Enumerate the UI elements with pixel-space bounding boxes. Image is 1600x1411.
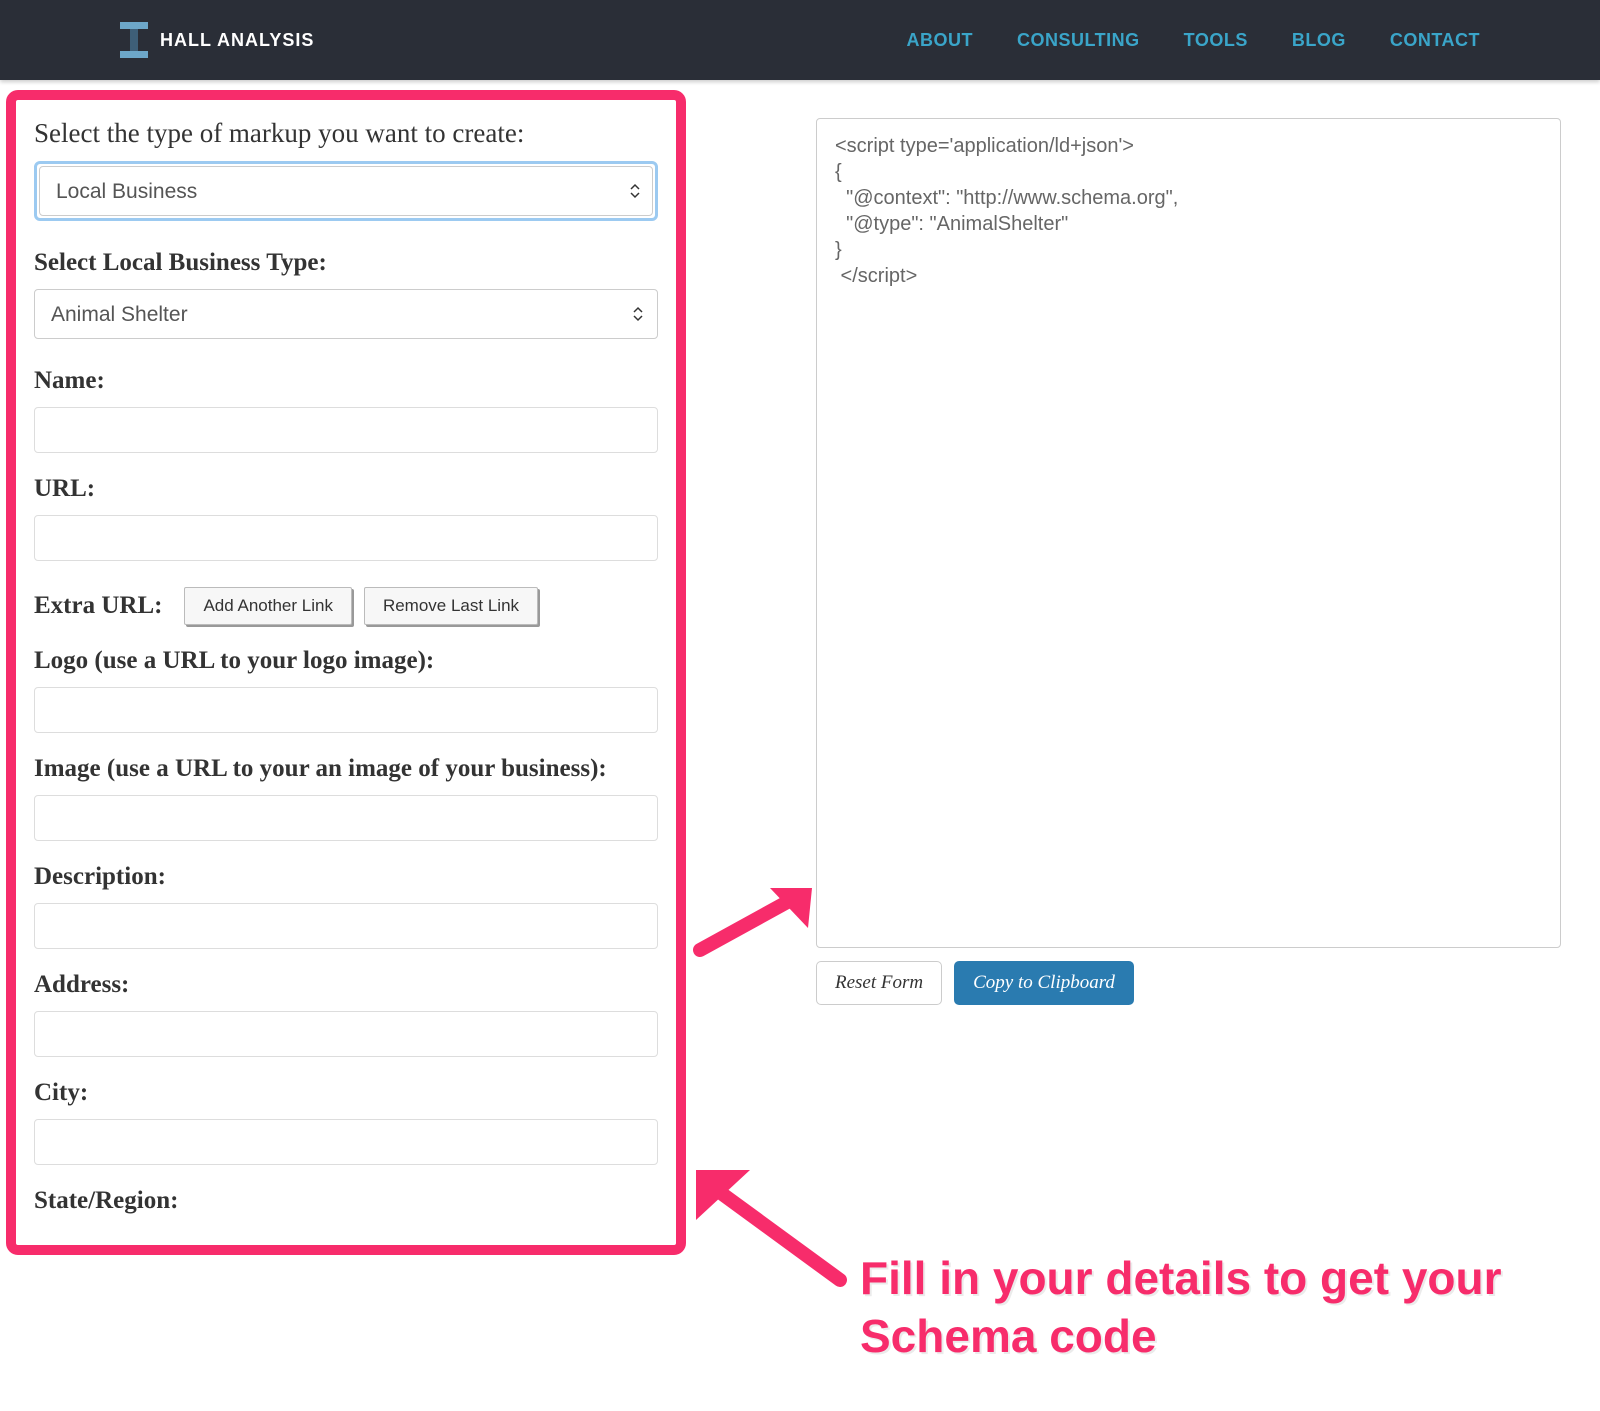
brand-icon — [120, 22, 148, 58]
city-label: City: — [34, 1079, 658, 1107]
output-actions: Reset Form Copy to Clipboard — [816, 961, 1570, 1005]
name-label: Name: — [34, 367, 658, 395]
business-type-label: Select Local Business Type: — [34, 249, 658, 277]
markup-type-select-wrap: Local Business — [34, 161, 658, 221]
markup-type-select[interactable]: Local Business — [39, 166, 653, 216]
nav-links: ABOUT CONSULTING TOOLS BLOG CONTACT — [906, 30, 1480, 51]
address-input[interactable] — [34, 1011, 658, 1057]
image-input[interactable] — [34, 795, 658, 841]
nav-link-blog[interactable]: BLOG — [1292, 30, 1346, 51]
navbar: HALL ANALYSIS ABOUT CONSULTING TOOLS BLO… — [0, 0, 1600, 80]
remove-link-button[interactable]: Remove Last Link — [364, 587, 538, 625]
nav-link-contact[interactable]: CONTACT — [1390, 30, 1480, 51]
address-label: Address: — [34, 971, 658, 999]
logo-label: Logo (use a URL to your logo image): — [34, 647, 658, 675]
extra-url-row: Extra URL: Add Another Link Remove Last … — [34, 587, 658, 625]
url-input[interactable] — [34, 515, 658, 561]
business-type-select[interactable]: Animal Shelter — [34, 289, 658, 339]
description-label: Description: — [34, 863, 658, 891]
annotation-arrow-icon — [690, 880, 820, 965]
form-panel: Select the type of markup you want to cr… — [6, 90, 686, 1255]
markup-type-label: Select the type of markup you want to cr… — [34, 118, 658, 149]
copy-clipboard-button[interactable]: Copy to Clipboard — [954, 961, 1134, 1005]
brand[interactable]: HALL ANALYSIS — [120, 22, 314, 58]
brand-text: HALL ANALYSIS — [160, 30, 314, 51]
output-panel: <script type='application/ld+json'> { "@… — [816, 118, 1600, 1005]
reset-form-button[interactable]: Reset Form — [816, 961, 942, 1005]
nav-link-consulting[interactable]: CONSULTING — [1017, 30, 1140, 51]
image-label: Image (use a URL to your an image of you… — [34, 755, 658, 783]
nav-link-about[interactable]: ABOUT — [906, 30, 973, 51]
extra-url-label: Extra URL: — [34, 592, 162, 620]
schema-code-output[interactable]: <script type='application/ld+json'> { "@… — [816, 118, 1561, 948]
logo-input[interactable] — [34, 687, 658, 733]
url-label: URL: — [34, 475, 658, 503]
name-input[interactable] — [34, 407, 658, 453]
description-input[interactable] — [34, 903, 658, 949]
annotation-text: Fill in your details to get your Schema … — [860, 1250, 1560, 1365]
business-type-select-wrap: Animal Shelter — [34, 289, 658, 339]
nav-link-tools[interactable]: TOOLS — [1184, 30, 1248, 51]
annotation-arrow-icon — [690, 1160, 850, 1295]
add-link-button[interactable]: Add Another Link — [184, 587, 351, 625]
state-label: State/Region: — [34, 1187, 658, 1215]
city-input[interactable] — [34, 1119, 658, 1165]
